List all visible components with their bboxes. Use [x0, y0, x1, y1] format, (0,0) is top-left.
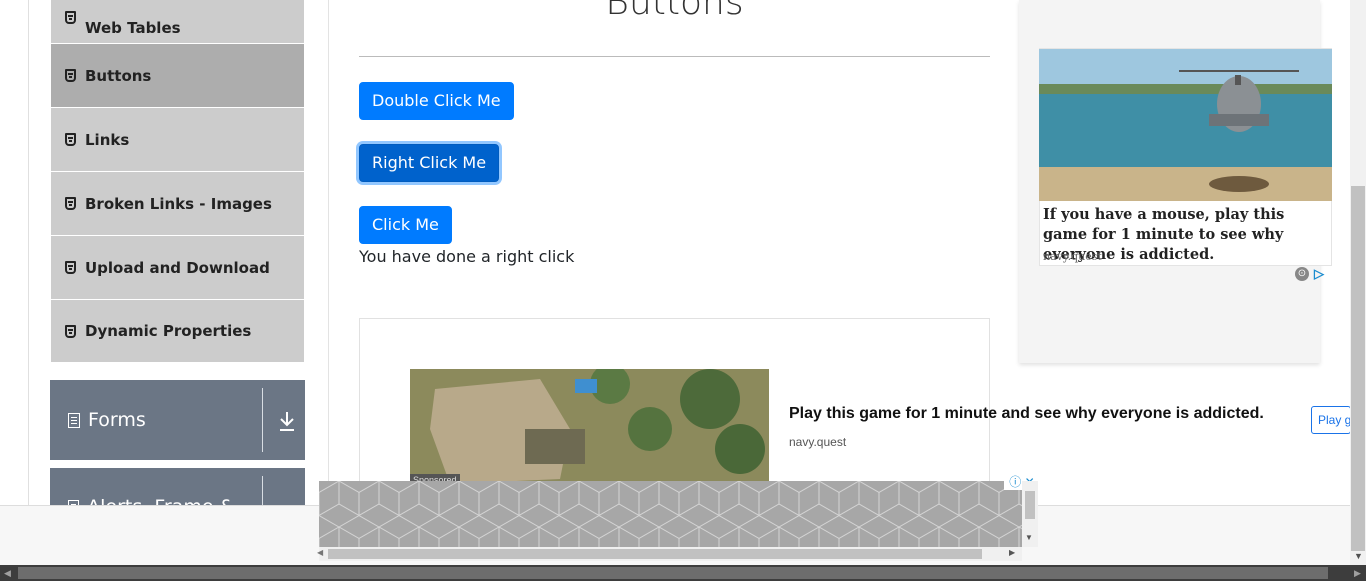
- download-icon[interactable]: [278, 410, 296, 432]
- bottom-ad-banner[interactable]: [319, 481, 1022, 547]
- page-title: Buttons: [605, 0, 744, 23]
- title-divider: [359, 56, 990, 57]
- sidebar-item-web-tables[interactable]: Web Tables: [51, 0, 304, 44]
- sidebar-item-label: Upload and Download: [85, 258, 270, 277]
- ad-info-icon[interactable]: ▷: [1314, 266, 1324, 282]
- scroll-down-icon[interactable]: ▼: [1354, 551, 1363, 561]
- right-click-message: You have done a right click: [359, 247, 575, 266]
- sidebar-item-label: Dynamic Properties: [85, 322, 252, 340]
- left-divider: [28, 0, 29, 505]
- scroll-right-icon[interactable]: ▶: [1354, 568, 1361, 579]
- click-button[interactable]: Click Me: [359, 206, 452, 244]
- ad-play-button[interactable]: Play g: [1311, 406, 1351, 434]
- group-header-forms[interactable]: Forms: [50, 380, 305, 460]
- sidebar-item-links[interactable]: Links: [51, 108, 304, 172]
- adchoices-icon[interactable]: ⊙: [1295, 267, 1309, 281]
- list-icon: [65, 133, 76, 146]
- sidebar-item-dynamic-properties[interactable]: Dynamic Properties: [51, 300, 304, 363]
- ad-source[interactable]: navy.quest: [1043, 250, 1102, 263]
- list-icon: [65, 69, 76, 82]
- scroll-thumb[interactable]: [18, 567, 1328, 579]
- ad-scroll-thumb[interactable]: [328, 549, 982, 559]
- sidebar-item-label: Links: [85, 130, 130, 149]
- sidebar-item-buttons[interactable]: Buttons: [51, 44, 304, 108]
- main-divider: [328, 0, 329, 505]
- document-icon: [68, 412, 80, 428]
- sidebar-item-broken-links[interactable]: Broken Links - Images: [51, 172, 304, 236]
- sidebar-item-upload-download[interactable]: Upload and Download: [51, 236, 304, 300]
- ad-vertical-scrollbar[interactable]: ▼: [1022, 481, 1038, 547]
- list-icon: [65, 261, 76, 274]
- scroll-left-icon[interactable]: ◀: [4, 568, 11, 579]
- page-vertical-scrollbar[interactable]: ▼: [1350, 0, 1366, 565]
- group-header-divider: [262, 388, 263, 452]
- list-icon: [65, 11, 76, 24]
- sidebar-item-label: Broken Links - Images: [85, 194, 272, 213]
- page-horizontal-scrollbar[interactable]: ◀ ▶: [0, 565, 1366, 581]
- sidebar-item-label: Web Tables: [85, 18, 181, 37]
- ad-panel-right[interactable]: If you have a mouse, play this game for …: [1019, 0, 1332, 363]
- group-header-label: Forms: [88, 409, 146, 431]
- right-click-button[interactable]: Right Click Me: [359, 144, 500, 182]
- page: Web Tables Buttons Links Broken Links - …: [0, 0, 1366, 581]
- ad-image[interactable]: [410, 369, 769, 484]
- list-icon: [65, 324, 76, 338]
- ad-title[interactable]: Play this game for 1 minute and see why …: [789, 405, 1264, 423]
- ad-image[interactable]: [1039, 49, 1332, 201]
- list-icon: [65, 197, 76, 210]
- double-click-button[interactable]: Double Click Me: [359, 82, 514, 120]
- sidebar-item-label: Buttons: [85, 66, 152, 85]
- scroll-thumb[interactable]: [1351, 186, 1365, 551]
- ad-source[interactable]: navy.quest: [789, 435, 846, 449]
